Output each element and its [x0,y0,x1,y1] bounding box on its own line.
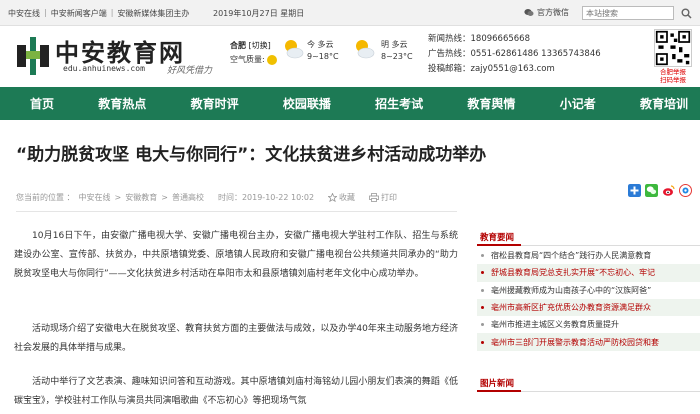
bullet-icon [481,271,484,275]
education-news-title[interactable]: 教育要闻 [480,231,514,243]
nav-home[interactable]: 首页 [30,95,54,112]
weather-tomorrow-temp: 8~23°C [381,52,413,61]
qr-code-label: 合肥举报 扫码举报 [660,68,686,84]
list-item[interactable]: 宿松县教育局“四个结合”践行办人民满意教育 [477,247,700,264]
sidebar-section-header: 教育要闻 [477,228,700,246]
list-item[interactable]: 舒城县教育局党总支扎实开展“不忘初心、牢记 [477,264,700,282]
nav-young-reporters[interactable]: 小记者 [560,95,596,112]
main-nav: 首页 教育热点 教育时评 校园联播 招生考试 教育舆情 小记者 教育培训 [0,87,700,120]
share-bar [628,184,692,197]
favorite-button[interactable]: 收藏 [339,192,355,203]
bullet-icon [481,323,484,327]
air-quality-indicator-icon [266,54,277,65]
qr-code-icon [654,29,692,67]
official-wechat-link[interactable]: 官方微信 [524,7,569,18]
partly-cloudy-icon [356,40,375,59]
contact-info: 新闻热线：18096665668 广告热线：0551-62861486 1336… [428,32,601,77]
weather-today: 今 多云 9~18°C [307,39,339,63]
air-quality: 空气质量: [230,54,277,65]
weibo-share-icon[interactable] [662,184,675,197]
weather-tomorrow: 明 多云 8~23°C [381,39,413,63]
section-underline [477,244,521,246]
article-paragraph: 10月16日下午，由安徽广播电视大学、安徽广播电视台主办，安徽广播电视大学驻村工… [14,231,458,279]
site-logo-icon[interactable] [15,37,51,75]
ad-hotline: 广告热线：0551-62861486 13365743846 [428,49,601,59]
partly-cloudy-icon [285,40,304,59]
weather-today-label: 今 多云 [307,40,334,49]
air-quality-label: 空气质量: [230,55,265,64]
wechat-share-icon[interactable] [645,184,658,197]
nav-campus[interactable]: 校园联播 [283,95,331,112]
top-link-zhongan[interactable]: 中安在线 [8,8,40,19]
weather-today-temp: 9~18°C [307,52,339,61]
breadcrumb-zhongan[interactable]: 中安在线 [79,192,111,203]
breadcrumb-anhui-education[interactable]: 安徽教育 [125,192,157,203]
bullet-icon [481,306,484,310]
wechat-icon [524,9,534,16]
star-icon [328,192,338,202]
education-news-list: 宿松县教育局“四个结合”践行办人民满意教育 舒城县教育局党总支扎实开展“不忘初心… [477,247,700,351]
nav-training[interactable]: 教育培训 [640,95,688,112]
location-label: 您当前的位置 ： [16,192,75,202]
breadcrumb-separator: > [161,192,168,202]
bullet-icon [481,254,484,258]
photo-news-title[interactable]: 图片新闻 [480,377,514,389]
breadcrumb-separator: > [114,192,122,202]
site-header: 中安教育网 edu.anhuinews.com 好风凭借力 合肥 [切换] 空气… [0,27,700,85]
submission-email[interactable]: 投稿邮箱：zajy0551@163.com [428,62,601,77]
city-name: 合肥 [230,41,246,50]
list-item[interactable]: 亳州市推进主城区义务教育质量提升 [477,316,700,333]
weather-tomorrow-label: 明 多云 [381,40,408,49]
section-underline [477,390,521,392]
sidebar-section-header: 图片新闻 [477,374,700,392]
city-switch-link[interactable]: [切换] [249,41,271,50]
list-item[interactable]: 亳州市三部门开展警示教育活动严防校园贷和套 [477,333,700,351]
search-button[interactable] [677,6,695,20]
nav-commentary[interactable]: 教育时评 [191,95,239,112]
meta-divider [16,211,457,212]
nav-admissions[interactable]: 招生考试 [375,95,423,112]
bullet-icon [481,340,484,344]
print-icon [369,192,379,202]
article-meta: 您当前的位置 ： 中安在线 > 安徽教育 > 普通高校 时间：2019-10-2… [16,186,442,208]
site-slogan: 好风凭借力 [167,66,213,76]
article-title: “助力脱贫攻坚 电大与你同行”：文化扶贫进乡村活动成功举办 [16,145,487,165]
site-search-input[interactable] [582,6,674,20]
search-icon [681,8,692,19]
article-paragraph: 活动现场介绍了安徽电大在脱贫攻坚、教育扶贫方面的主要做法与成效，以及办学40年来… [14,324,458,353]
breadcrumb-universities[interactable]: 普通高校 [172,192,204,203]
site-url: edu.anhuinews.com [63,64,145,73]
top-bar: 中安在线 | 中安新闻客户端 | 安徽新媒体集团主办 2019年10月27日 星… [0,0,700,26]
top-links: 中安在线 | 中安新闻客户端 | 安徽新媒体集团主办 [8,8,189,19]
list-item[interactable]: 亳州援藏教师成为山南孩子心中的“汉族阿爸” [477,282,700,299]
qq-weibo-share-icon[interactable] [679,184,692,197]
print-button[interactable]: 打印 [381,192,397,203]
share-more-icon[interactable] [628,184,641,197]
list-item[interactable]: 亳州市高新区扩充优质公办教育资源满足群众 [477,298,700,317]
separator: | [110,8,114,17]
site-logo-text[interactable]: 中安教育网 [55,33,185,68]
publish-time: 时间：2019-10-22 10:02 [217,192,315,202]
separator: | [44,8,47,17]
nav-public-opinion[interactable]: 教育舆情 [467,95,515,112]
top-link-group[interactable]: 安徽新媒体集团主办 [117,8,189,19]
weather-city: 合肥 [切换] [230,40,271,51]
article-paragraph: 活动中举行了文艺表演、趣味知识问答和互动游戏。其中原墙镇刘庙村海铭幼儿园小朋友们… [14,377,458,406]
wechat-label: 官方微信 [537,8,569,17]
nav-hot-topics[interactable]: 教育热点 [98,95,146,112]
bullet-icon [481,288,484,292]
top-link-app[interactable]: 中安新闻客户端 [51,8,107,19]
news-hotline: 新闻热线：18096665668 [428,34,530,44]
current-date: 2019年10月27日 星期日 [213,9,305,18]
